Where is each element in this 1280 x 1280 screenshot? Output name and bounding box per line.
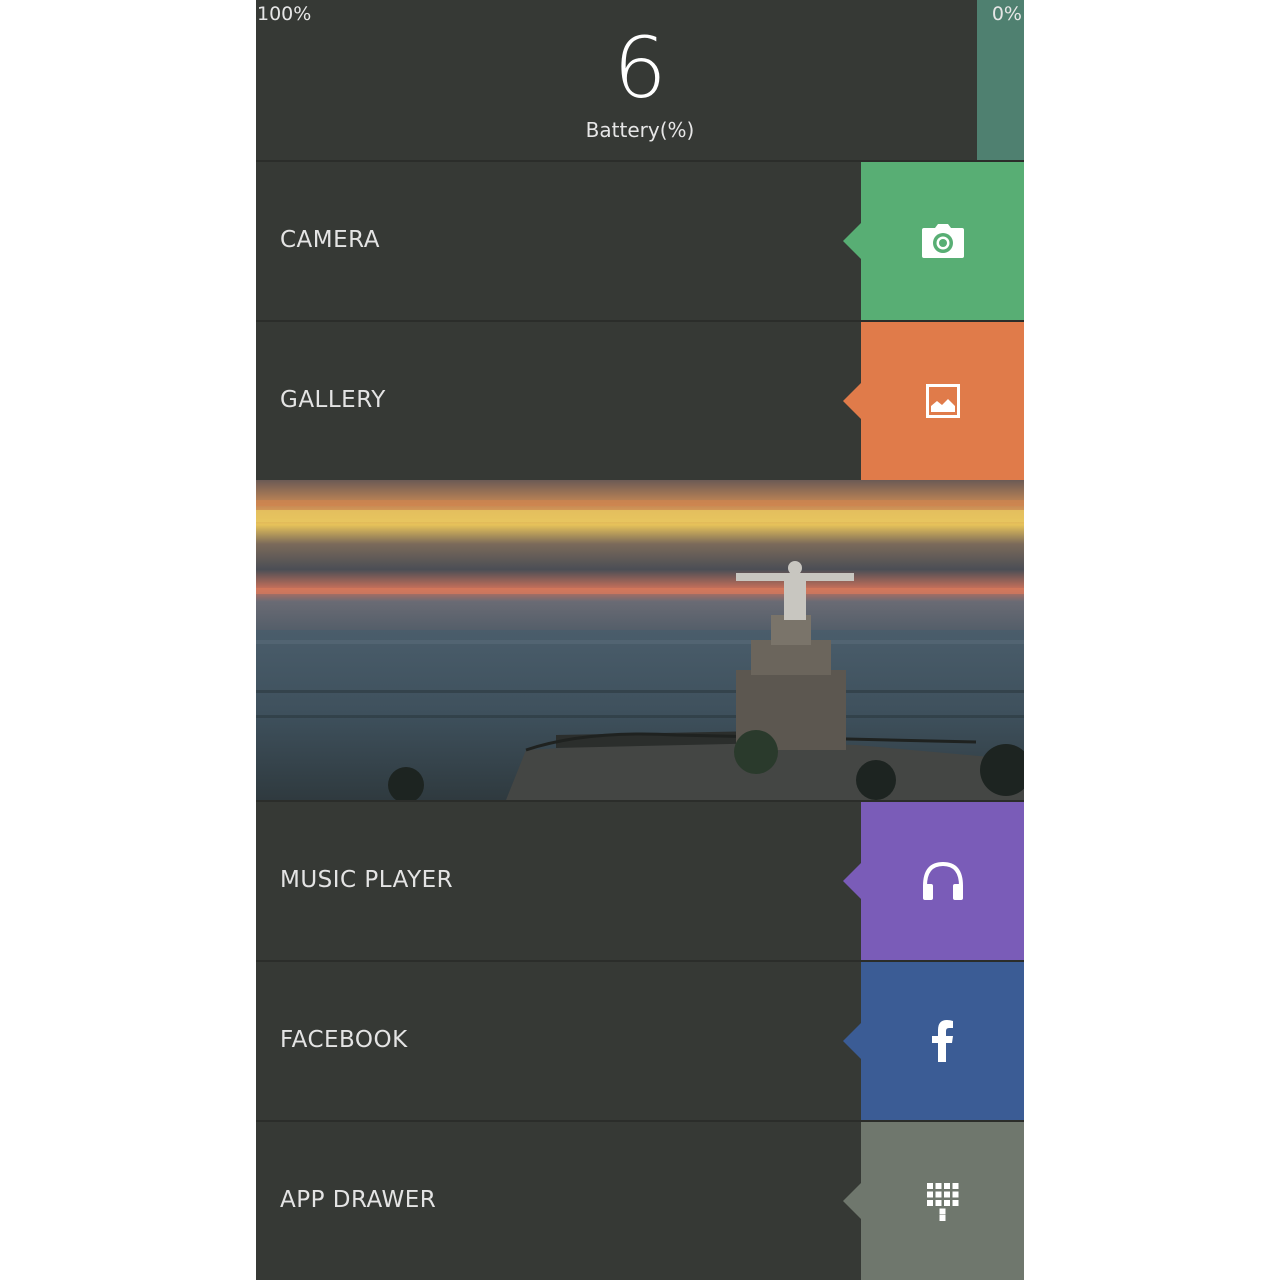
tile-icon-block[interactable] (843, 962, 1024, 1120)
image-icon (925, 384, 960, 418)
facebook-icon (931, 1020, 954, 1062)
headphones-icon (921, 860, 965, 902)
grid-icon (926, 1183, 959, 1221)
wallpaper-image (256, 480, 1024, 800)
tile-icon-block[interactable] (843, 1122, 1024, 1280)
tile-icon-block[interactable] (843, 322, 1024, 480)
tile-label: CAMERA (280, 227, 380, 253)
tile-icon-block[interactable] (843, 802, 1024, 960)
tile-camera[interactable]: CAMERA (256, 160, 1024, 320)
battery-label: Battery(%) (585, 118, 695, 142)
tile-app-drawer[interactable]: APP DRAWER (256, 1120, 1024, 1280)
tile-label: GALLERY (280, 387, 386, 413)
battery-widget[interactable]: 100% 0% 6 Battery(%) (256, 0, 1024, 160)
tile-music-player[interactable]: MUSIC PLAYER (256, 800, 1024, 960)
launcher-screen: 100% 0% 6 Battery(%) CAMERA GALLERY MUSI… (256, 0, 1024, 1280)
tile-label: MUSIC PLAYER (280, 867, 454, 893)
tile-icon-block[interactable] (843, 162, 1024, 320)
tile-label: FACEBOOK (280, 1027, 408, 1053)
tile-facebook[interactable]: FACEBOOK (256, 960, 1024, 1120)
tile-label: APP DRAWER (280, 1187, 437, 1213)
tile-gallery[interactable]: GALLERY (256, 320, 1024, 480)
battery-value: 6 (613, 19, 667, 117)
camera-icon (921, 224, 964, 258)
